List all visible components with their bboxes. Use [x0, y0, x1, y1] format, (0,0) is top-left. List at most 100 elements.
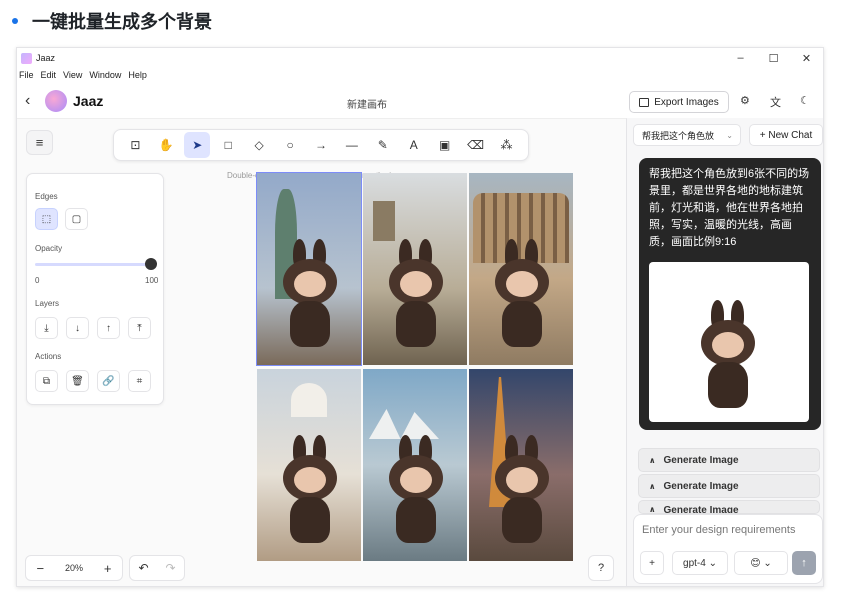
bullet-icon — [12, 18, 18, 24]
pencil-tool[interactable]: ✎ — [370, 132, 396, 158]
send-button[interactable]: ↑ — [792, 551, 816, 575]
settings-icon[interactable]: ⚙ — [740, 94, 750, 107]
duplicate-button[interactable]: ⧉ — [35, 370, 58, 392]
jaaz-logo — [45, 90, 67, 112]
canvas-area[interactable]: ≡ ⊡✋➤□◇○→—✎A▣⌫⁂ Double-click image or pr… — [17, 118, 627, 586]
diamond-tool[interactable]: ◇ — [246, 132, 272, 158]
opacity-min-label: 0 — [35, 276, 40, 285]
user-message-bubble: 帮我把这个角色放到6张不同的场景里，都是世界各地的地标建筑前，灯光和谐，他在世界… — [639, 158, 821, 430]
maximize-button[interactable]: ☐ — [757, 48, 790, 68]
properties-panel: Edges ⬚ ▢ Opacity 0 100 Layers ⤓ ↓ ↑ ⤒ A… — [26, 173, 164, 405]
chat-input[interactable]: Enter your design requirements — [642, 524, 795, 536]
send-backward-button[interactable]: ↓ — [66, 317, 89, 339]
menu-view[interactable]: View — [63, 70, 82, 84]
crop-button[interactable]: ⌗ — [128, 370, 151, 392]
image-taj-mahal[interactable] — [257, 369, 361, 561]
model-select[interactable]: gpt-4 ⌄ — [672, 551, 728, 575]
text-tool[interactable]: A — [401, 132, 427, 158]
menu-window[interactable]: Window — [89, 70, 121, 84]
select-tool[interactable]: ➤ — [184, 132, 211, 158]
image-eiffel-tower[interactable] — [469, 369, 573, 561]
chat-input-box: Enter your design requirements + gpt-4 ⌄… — [633, 514, 823, 584]
zoom-out-button[interactable]: − — [36, 561, 44, 576]
chevron-down-icon: ⌄ — [726, 130, 733, 140]
layers-label: Layers — [35, 299, 60, 308]
lock-tool[interactable]: ⊡ — [122, 132, 148, 158]
history-control: ↶ ↷ — [129, 555, 185, 581]
style-select[interactable]: 😊 ⌄ — [734, 551, 788, 575]
zoom-level[interactable]: 20% — [65, 563, 83, 573]
drawing-toolbar: ⊡ ✋ ➤ □ ◇ ○ → — ✎ A ▣ ⌫ ⁂ — [113, 129, 529, 161]
image-icon — [639, 97, 650, 107]
zoom-control: − 20% + — [25, 555, 123, 581]
app-window: Jaaz – ☐ ✕ File Edit View Window Help ‹ … — [16, 47, 824, 587]
send-to-back-button[interactable]: ⤓ — [35, 317, 58, 339]
opacity-slider-handle[interactable] — [145, 258, 157, 270]
ellipse-tool[interactable]: ○ — [277, 132, 303, 158]
opacity-label: Opacity — [35, 244, 63, 253]
image-grid — [256, 172, 573, 561]
minimize-button[interactable]: – — [724, 48, 757, 68]
zoom-in-button[interactable]: + — [104, 561, 112, 576]
generate-image-row[interactable]: ∧ Generate Image — [638, 448, 820, 472]
emoji-icon: 😊 — [750, 557, 761, 569]
new-chat-button[interactable]: + New Chat — [749, 124, 823, 146]
export-label: Export Images — [654, 96, 719, 108]
chevron-up-icon: ∧ — [649, 481, 656, 491]
menu-help[interactable]: Help — [128, 70, 147, 84]
help-button[interactable]: ? — [588, 555, 614, 581]
document-title[interactable]: 新建画布 — [347, 96, 387, 111]
actions-label: Actions — [35, 352, 62, 361]
hand-tool[interactable]: ✋ — [153, 132, 179, 158]
menu-bar: File Edit View Window Help — [19, 70, 154, 84]
window-title: Jaaz — [36, 53, 56, 63]
delete-button[interactable]: 🗑 — [66, 370, 89, 392]
menu-edit[interactable]: Edit — [41, 70, 57, 84]
link-button[interactable]: 🔗 — [97, 370, 120, 392]
generate-image-row[interactable]: ∧ Generate Image — [638, 474, 820, 498]
user-message-text: 帮我把这个角色放到6张不同的场景里，都是世界各地的地标建筑前，灯光和谐，他在世界… — [649, 168, 810, 248]
theme-toggle-icon[interactable]: ☾ — [800, 94, 810, 107]
chat-session-select[interactable]: 帮我把这个角色放 ⌄ — [633, 124, 741, 146]
heading-text: 一键批量生成多个背景 — [32, 12, 212, 32]
add-attachment-button[interactable]: + — [640, 551, 664, 575]
export-images-button[interactable]: Export Images — [629, 91, 729, 113]
bring-to-front-button[interactable]: ⤒ — [128, 317, 151, 339]
sharp-edges-button[interactable]: ⬚ — [35, 208, 58, 230]
window-controls: – ☐ ✕ — [724, 48, 823, 68]
menu-file[interactable]: File — [19, 70, 34, 84]
chat-session-label: 帮我把这个角色放 — [642, 130, 715, 141]
round-edges-button[interactable]: ▢ — [65, 208, 88, 230]
redo-button[interactable]: ↷ — [165, 561, 175, 575]
language-icon[interactable]: 文 — [770, 94, 781, 110]
image-sydney-opera-house[interactable] — [363, 369, 467, 561]
opacity-max-label: 100 — [145, 276, 159, 285]
arrow-tool[interactable]: → — [308, 132, 334, 158]
eraser-tool[interactable]: ⌫ — [463, 132, 489, 158]
app-header: ‹ Jaaz 新建画布 Export Images ⚙ 文 ☾ — [17, 88, 823, 116]
chevron-up-icon: ∧ — [649, 505, 656, 514]
close-button[interactable]: ✕ — [790, 48, 823, 68]
image-tool[interactable]: ▣ — [432, 132, 458, 158]
rectangle-tool[interactable]: □ — [215, 132, 241, 158]
opacity-slider[interactable] — [35, 263, 151, 266]
hamburger-menu-button[interactable]: ≡ — [26, 130, 53, 155]
image-statue-of-liberty[interactable] — [256, 172, 362, 366]
menu-icon: ≡ — [35, 135, 44, 150]
app-icon — [21, 52, 32, 64]
generate-image-row[interactable]: ∧ Generate Image — [638, 500, 820, 514]
back-icon[interactable]: ‹ — [25, 92, 30, 110]
image-colosseum[interactable] — [469, 173, 573, 365]
generate-image-label: Generate Image — [663, 454, 739, 466]
generate-image-label: Generate Image — [663, 480, 739, 492]
attached-character-image[interactable] — [649, 262, 809, 422]
image-great-wall[interactable] — [363, 173, 467, 365]
shapes-tool[interactable]: ⁂ — [494, 132, 520, 158]
model-label: gpt-4 — [683, 557, 706, 569]
bring-forward-button[interactable]: ↑ — [97, 317, 120, 339]
line-tool[interactable]: — — [339, 132, 365, 158]
chat-panel: 帮我把这个角色放 ⌄ + New Chat 帮我把这个角色放到6张不同的场景里，… — [627, 118, 823, 586]
brand-name: Jaaz — [73, 93, 104, 109]
undo-button[interactable]: ↶ — [138, 561, 148, 575]
section-heading: 一键批量生成多个背景 — [12, 8, 212, 34]
